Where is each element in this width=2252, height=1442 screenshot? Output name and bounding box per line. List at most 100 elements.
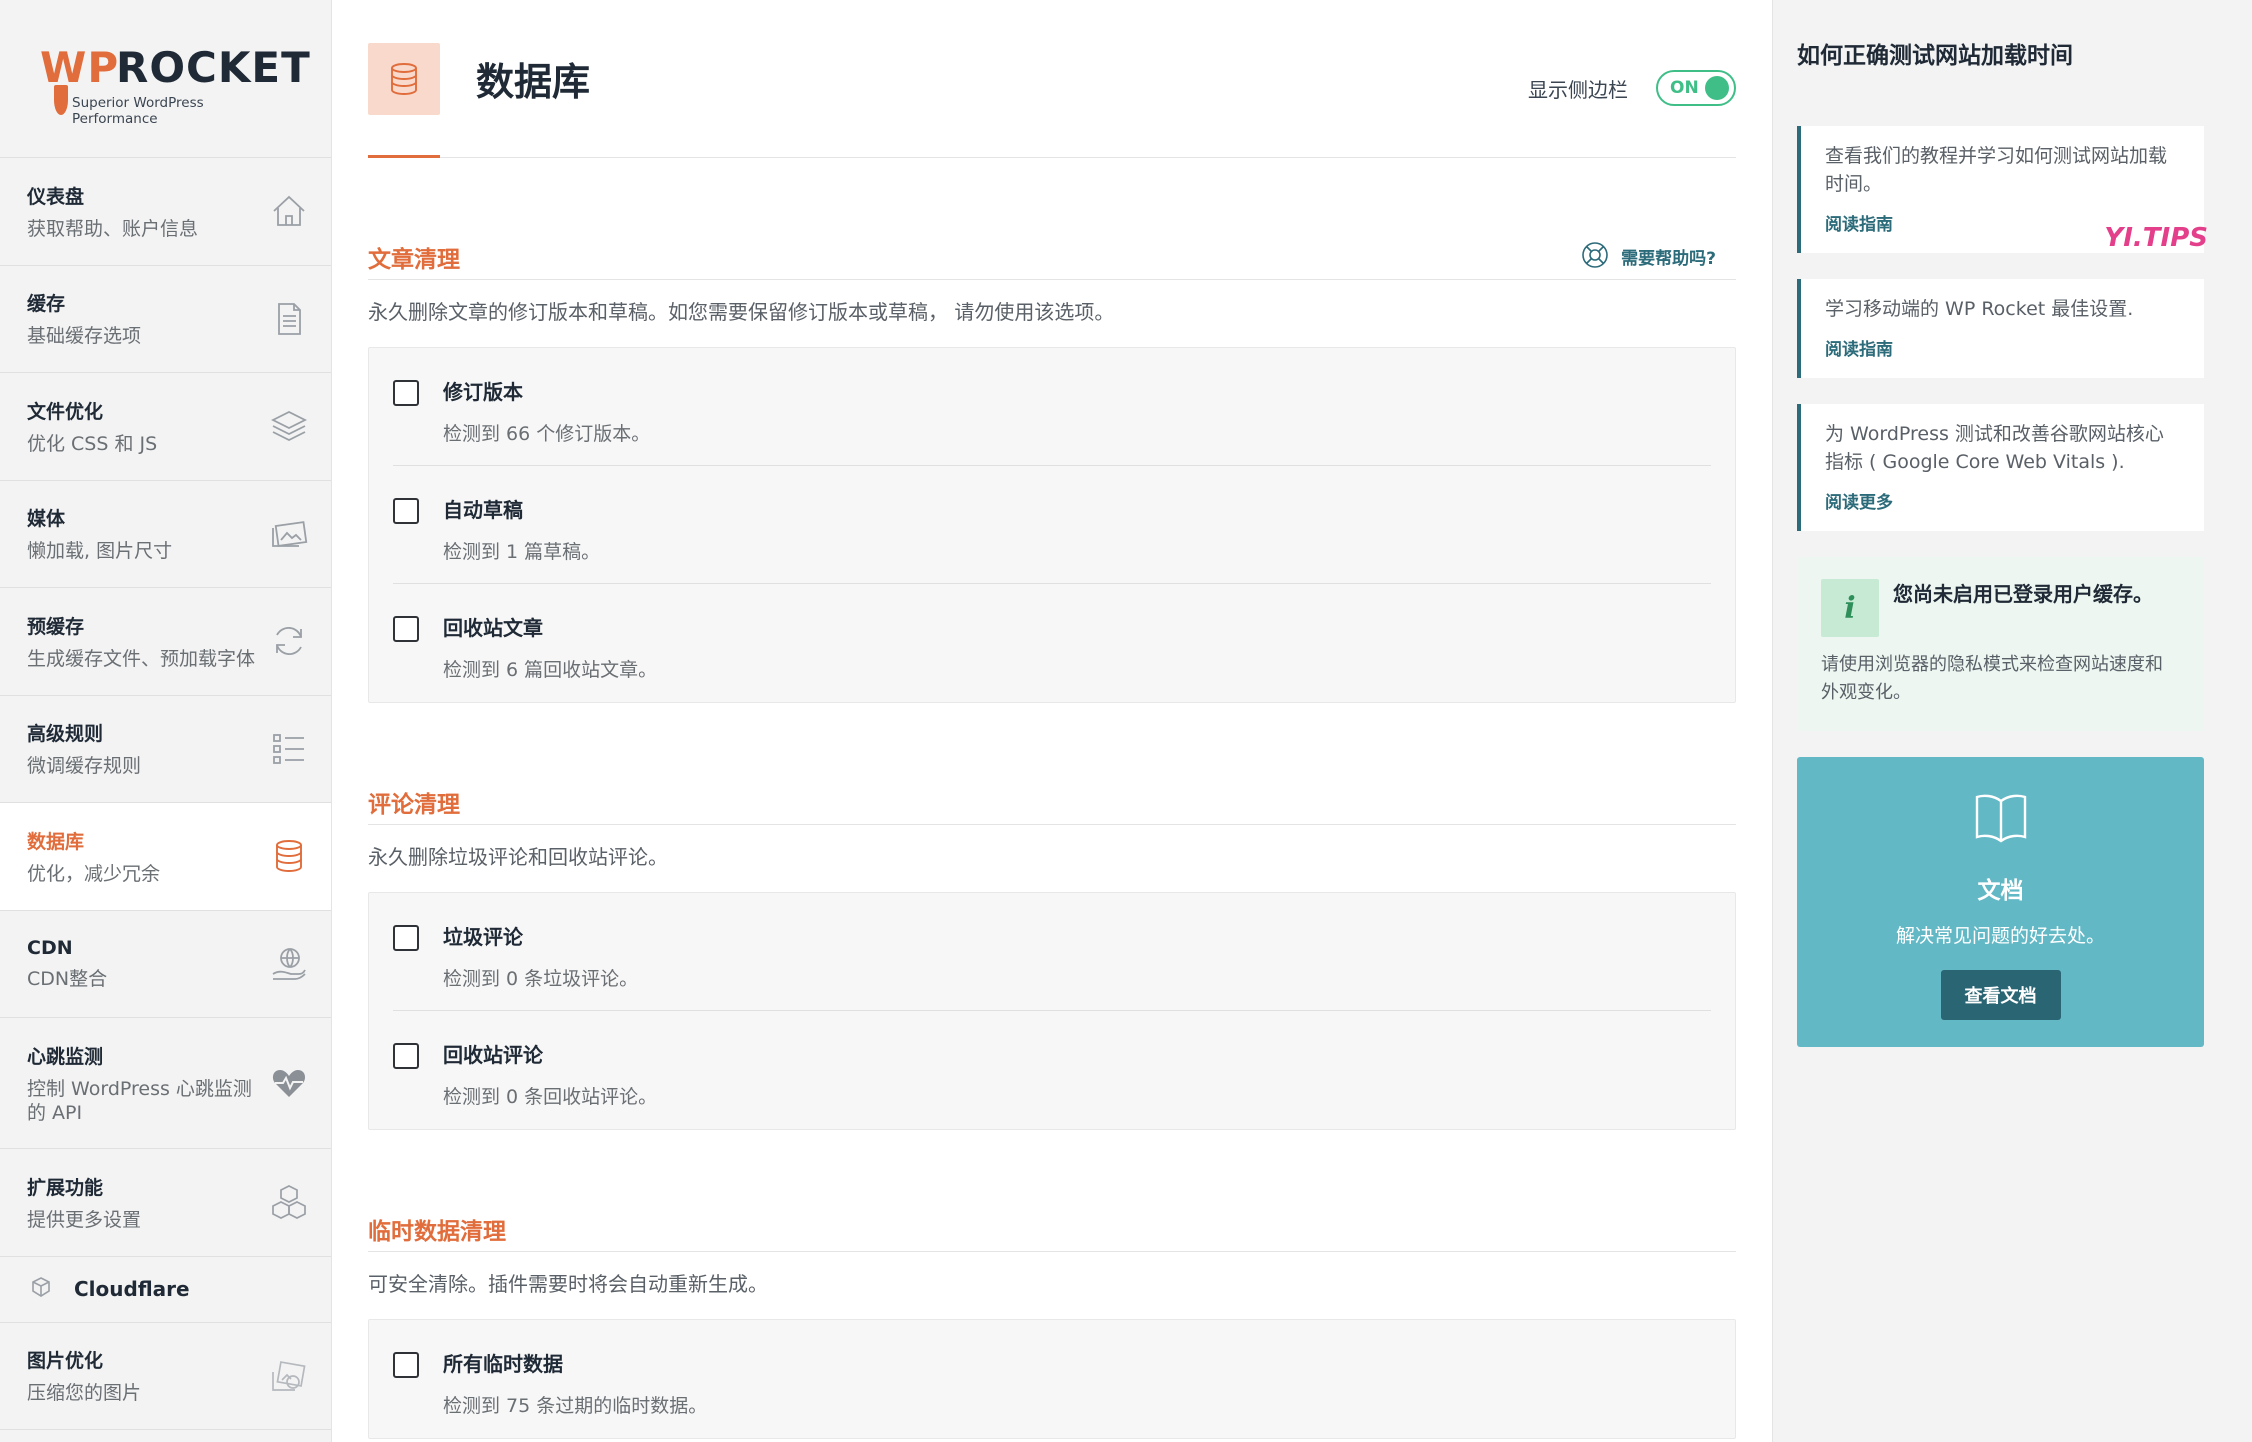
option-title: 所有临时数据: [443, 1352, 563, 1376]
tip-text: 学习移动端的 WP Rocket 最佳设置.: [1825, 298, 2134, 320]
main-content: 数据库 显示侧边栏 ON 文章清理 需要帮助吗? 永久删除文章的修订版本和草稿。…: [332, 0, 1772, 1442]
database-icon: [391, 62, 417, 95]
trashed-comments-checkbox[interactable]: [393, 1043, 419, 1069]
cubes-icon: [269, 1182, 309, 1222]
option-detail: 检测到 0 条回收站评论。: [443, 1086, 658, 1108]
sidebar-item-title: 高级规则: [27, 723, 104, 746]
right-sidebar: 如何正确测试网站加载时间 查看我们的教程并学习如何测试网站加载时间。 阅读指南 …: [1772, 0, 2252, 1442]
need-help-link[interactable]: 需要帮助吗?: [1581, 241, 1716, 273]
option-title: 回收站评论: [443, 1043, 543, 1067]
images-icon: [269, 514, 309, 554]
cloudflare-cube-icon: [30, 1276, 52, 1302]
sidebar-item-database[interactable]: 数据库 优化，减少冗余: [0, 803, 331, 911]
sidebar-item-subtitle: 获取帮助、账户信息: [27, 217, 199, 240]
section-transients-cleanup: 临时数据清理 可安全清除。插件需要时将会自动重新生成。 所有临时数据 检测到 7…: [368, 1206, 1736, 1439]
option-detail: 检测到 0 条垃圾评论。: [443, 968, 639, 990]
notice-body: 请使用浏览器的隐私模式来检查网站速度和外观变化。: [1821, 654, 2163, 703]
spam-comments-checkbox[interactable]: [393, 925, 419, 951]
option-trashed-comments: 回收站评论 检测到 0 条回收站评论。: [393, 1011, 1711, 1129]
option-detail: 检测到 75 条过期的临时数据。: [443, 1395, 708, 1417]
option-auto-drafts: 自动草稿 检测到 1 篇草稿。: [393, 466, 1711, 584]
show-sidebar-toggle[interactable]: ON: [1656, 70, 1736, 106]
file-icon: [269, 299, 309, 339]
option-trashed-posts: 回收站文章 检测到 6 篇回收站文章。: [393, 584, 1711, 702]
section-description: 可安全清除。插件需要时将会自动重新生成。: [368, 1272, 768, 1296]
trashed-posts-checkbox[interactable]: [393, 616, 419, 642]
sidebar-item-subtitle: 基础缓存选项: [27, 325, 142, 348]
tip-card: 学习移动端的 WP Rocket 最佳设置. 阅读指南: [1797, 279, 2204, 378]
option-title: 自动草稿: [443, 498, 523, 522]
page-title: 数据库: [476, 60, 591, 104]
info-icon: i: [1821, 579, 1879, 637]
option-spam-comments: 垃圾评论 检测到 0 条垃圾评论。: [393, 893, 1711, 1011]
toggle-label: 显示侧边栏: [1528, 77, 1628, 102]
sidebar-item-file-optimization[interactable]: 文件优化 优化 CSS 和 JS: [0, 373, 331, 481]
auto-drafts-checkbox[interactable]: [393, 498, 419, 524]
database-icon: [269, 836, 309, 876]
section-comment-cleanup: 评论清理 永久删除垃圾评论和回收站评论。 垃圾评论 检测到 0 条垃圾评论。 回…: [368, 779, 1736, 1130]
sidebar-item-cloudflare[interactable]: Cloudflare: [0, 1257, 331, 1323]
show-sidebar-control: 显示侧边栏 ON: [1528, 70, 1736, 106]
logo-tagline: Superior WordPress Performance: [72, 94, 204, 127]
sidebar-item-media[interactable]: 媒体 懒加载, 图片尺寸: [0, 481, 331, 588]
sidebar-item-title: 心跳监测: [27, 1045, 104, 1068]
options-group: 垃圾评论 检测到 0 条垃圾评论。 回收站评论 检测到 0 条回收站评论。: [368, 892, 1736, 1130]
read-guide-link[interactable]: 阅读指南: [1825, 335, 1893, 360]
read-guide-link[interactable]: 阅读指南: [1825, 210, 1893, 235]
toggle-knob: [1705, 76, 1729, 100]
tip-text: 为 WordPress 测试和改善谷歌网站核心指标 ( Google Core …: [1825, 423, 2164, 473]
sidebar-item-cdn[interactable]: CDN CDN整合: [0, 911, 331, 1018]
sidebar-item-title: 媒体: [27, 508, 66, 531]
right-sidebar-title: 如何正确测试网站加载时间: [1797, 43, 2073, 69]
option-detail: 检测到 6 篇回收站文章。: [443, 659, 658, 681]
sidebar-item-dashboard[interactable]: 仪表盘 获取帮助、账户信息: [0, 158, 331, 266]
option-title: 回收站文章: [443, 616, 543, 640]
sidebar-item-preload[interactable]: 预缓存 生成缓存文件、预加载字体: [0, 588, 331, 696]
docs-subtitle: 解决常见问题的好去处。: [1895, 925, 2105, 947]
section-title: 临时数据清理: [368, 1218, 506, 1245]
wp-rocket-logo: WP ROCKET Superior WordPress Performance: [40, 39, 310, 127]
sidebar-item-subtitle: 提供更多设置: [27, 1208, 142, 1231]
sidebar-item-image-optimization[interactable]: 图片优化 压缩您的图片: [0, 1323, 331, 1430]
logged-in-cache-notice: i 您尚未启用已登录用户缓存。 请使用浏览器的隐私模式来检查网站速度和外观变化。: [1797, 557, 2204, 731]
logo[interactable]: WP ROCKET Superior WordPress Performance: [0, 0, 331, 158]
all-transients-checkbox[interactable]: [393, 1352, 419, 1378]
section-title: 文章清理: [368, 246, 460, 273]
sidebar-item-title: 仪表盘: [27, 185, 85, 208]
view-docs-button[interactable]: 查看文档: [1940, 970, 2061, 1020]
layers-icon: [269, 406, 309, 446]
options-group: 所有临时数据 检测到 75 条过期的临时数据。: [368, 1319, 1736, 1439]
notice-title: 您尚未启用已登录用户缓存。: [1893, 582, 2153, 606]
option-revisions: 修订版本 检测到 66 个修订版本。: [393, 348, 1711, 466]
section-title: 评论清理: [368, 791, 460, 818]
app-root: WP ROCKET Superior WordPress Performance…: [0, 0, 2252, 1442]
page-title-underline: [368, 155, 440, 158]
revisions-checkbox[interactable]: [393, 380, 419, 406]
section-description: 永久删除文章的修订版本和草稿。如您需要保留修订版本或草稿， 请勿使用该选项。: [368, 300, 1115, 324]
option-detail: 检测到 1 篇草稿。: [443, 541, 601, 563]
documentation-card: 文档 解决常见问题的好去处。 查看文档: [1797, 757, 2204, 1047]
sidebar-item-advanced-rules[interactable]: 高级规则 微调缓存规则: [0, 696, 331, 803]
sidebar: WP ROCKET Superior WordPress Performance…: [0, 0, 332, 1442]
tip-card: 为 WordPress 测试和改善谷歌网站核心指标 ( Google Core …: [1797, 404, 2204, 531]
sidebar-item-title: 扩展功能: [27, 1176, 104, 1199]
logo-wp-text: WP: [40, 42, 120, 92]
sidebar-item-subtitle: 懒加载, 图片尺寸: [27, 540, 173, 563]
sidebar-item-subtitle: 控制 WordPress 心跳监测的 API: [27, 1077, 252, 1124]
home-icon: [269, 191, 309, 231]
sidebar-item-heartbeat[interactable]: 心跳监测 控制 WordPress 心跳监测的 API: [0, 1018, 331, 1149]
need-help-label: 需要帮助吗?: [1621, 249, 1716, 269]
heartbeat-icon: [269, 1063, 309, 1103]
book-icon: [1973, 791, 2029, 847]
read-more-link[interactable]: 阅读更多: [1825, 488, 1893, 513]
docs-title: 文档: [1977, 878, 2024, 904]
sidebar-item-title: 数据库: [27, 830, 85, 853]
sidebar-item-cache[interactable]: 缓存 基础缓存选项: [0, 266, 331, 373]
section-post-cleanup: 文章清理 需要帮助吗? 永久删除文章的修订版本和草稿。如您需要保留修订版本或草稿…: [368, 234, 1736, 703]
globe-hand-icon: [269, 944, 309, 984]
sidebar-item-addons[interactable]: 扩展功能 提供更多设置: [0, 1149, 331, 1257]
tip-text: 查看我们的教程并学习如何测试网站加载时间。: [1825, 145, 2168, 195]
sidebar-item-subtitle: 优化，减少冗余: [27, 862, 161, 885]
lifebuoy-icon: [1581, 241, 1609, 273]
option-all-transients: 所有临时数据 检测到 75 条过期的临时数据。: [393, 1320, 1711, 1438]
